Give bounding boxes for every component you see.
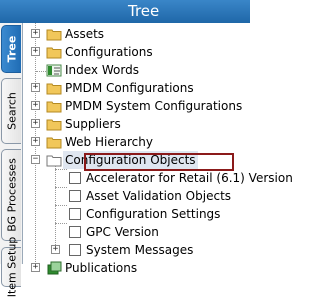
page-icon <box>69 226 81 238</box>
expand-icon[interactable]: + <box>31 119 40 128</box>
page-icon <box>69 172 81 184</box>
folder-icon <box>46 101 62 113</box>
folder-icon <box>46 83 62 95</box>
page-icon <box>69 208 81 220</box>
tree-connector <box>55 169 67 170</box>
tree-item-label: Web Hierarchy <box>65 135 153 149</box>
tab-bg-processes-label: BG Processes <box>5 158 18 232</box>
panel-title: Tree <box>128 2 160 20</box>
expand-icon[interactable]: + <box>31 101 40 110</box>
page-icon <box>69 244 81 256</box>
tree-item-label: Configuration Settings <box>86 207 221 221</box>
tree-view: + Assets + Configurations Index Words + … <box>22 23 293 275</box>
tree-item-label: Configurations <box>65 45 153 59</box>
tab-item-setup-label: Item Setup <box>5 236 18 297</box>
tab-item-setup[interactable]: Item Setup <box>1 237 21 297</box>
tree-connector <box>55 205 67 206</box>
expand-icon[interactable]: + <box>31 47 40 56</box>
expand-icon[interactable]: + <box>31 137 40 146</box>
index-icon <box>46 64 62 77</box>
tree-item-label: Assets <box>65 27 105 41</box>
tab-search-label: Search <box>5 92 18 130</box>
tab-search[interactable]: Search <box>1 78 21 144</box>
tree-item-label: GPC Version <box>86 225 159 239</box>
vertical-tab-strip: Tree Search BG Processes Item Setup <box>0 23 23 297</box>
expand-icon[interactable]: + <box>31 263 40 272</box>
folder-icon <box>46 119 62 131</box>
tab-bg-processes[interactable]: BG Processes <box>1 149 21 241</box>
tree-item-label: Accelerator for Retail (6.1) Version <box>86 171 293 185</box>
tree-item-label: System Messages <box>86 243 194 257</box>
expand-icon[interactable]: + <box>31 83 40 92</box>
tree-item-label: Asset Validation Objects <box>86 189 232 203</box>
tree-connector <box>55 187 67 188</box>
panel-header: Tree <box>0 0 250 23</box>
folder-icon <box>46 29 62 41</box>
tree-connector-sub <box>55 162 56 245</box>
publications-icon <box>47 261 62 275</box>
collapse-icon[interactable]: − <box>31 155 40 164</box>
folder-open-icon <box>46 155 62 167</box>
tree-item-label: PMDM System Configurations <box>65 99 243 113</box>
folder-icon <box>46 47 62 59</box>
expand-icon[interactable]: + <box>51 245 60 254</box>
tab-tree-label: Tree <box>5 35 18 63</box>
folder-icon <box>46 137 62 149</box>
tree-item-label: Index Words <box>65 63 139 77</box>
highlight-box <box>84 153 234 171</box>
tree-connector <box>55 223 67 224</box>
tree-item-label: Suppliers <box>65 117 121 131</box>
tree-item-label: Publications <box>65 261 138 275</box>
page-icon <box>69 190 81 202</box>
tab-tree[interactable]: Tree <box>1 25 21 73</box>
expand-icon[interactable]: + <box>31 29 40 38</box>
tree-item-label: PMDM Configurations <box>65 81 194 95</box>
